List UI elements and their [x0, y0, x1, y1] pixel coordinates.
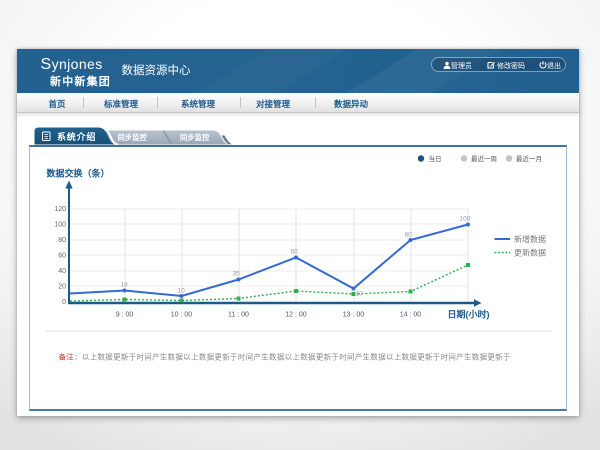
svg-text:0: 0 — [62, 299, 66, 306]
svg-text:同步监控: 同步监控 — [118, 133, 148, 142]
svg-text:同步监控: 同步监控 — [180, 133, 210, 142]
svg-text:备注：以上数据更新于时间产生数据以上数据更新于时间产生数据以: 备注：以上数据更新于时间产生数据以上数据更新于时间产生数据以上数据更新于时间产生… — [58, 352, 510, 362]
svg-text:40: 40 — [58, 268, 66, 275]
svg-text:14 : 00: 14 : 00 — [399, 312, 421, 319]
svg-text:80: 80 — [58, 237, 66, 244]
svg-text:100: 100 — [459, 216, 470, 223]
svg-text:100: 100 — [54, 222, 66, 229]
svg-text:35: 35 — [232, 271, 240, 278]
svg-text:10: 10 — [177, 288, 185, 295]
svg-text:18: 18 — [120, 282, 128, 289]
svg-text:9 : 00: 9 : 00 — [115, 312, 133, 319]
svg-text:日期(小时): 日期(小时) — [447, 309, 489, 320]
svg-text:13 : 00: 13 : 00 — [342, 312, 364, 319]
svg-text:最近一月: 最近一月 — [516, 154, 542, 163]
svg-text:11 : 00: 11 : 00 — [228, 312, 249, 319]
svg-text:系统介绍: 系统介绍 — [57, 131, 96, 142]
svg-text:更新数据: 更新数据 — [514, 248, 546, 258]
svg-text:当日: 当日 — [428, 154, 441, 163]
svg-text:新增数据: 新增数据 — [514, 234, 546, 244]
svg-text:最近一周: 最近一周 — [471, 154, 497, 163]
svg-text:60: 60 — [290, 249, 298, 256]
svg-text:20: 20 — [58, 284, 66, 291]
svg-text:80: 80 — [404, 232, 412, 239]
svg-text:120: 120 — [54, 206, 66, 213]
svg-text:12 : 00: 12 : 00 — [285, 312, 307, 319]
svg-text:10: 10 — [355, 291, 363, 298]
svg-text:10 : 00: 10 : 00 — [170, 312, 192, 319]
svg-text:60: 60 — [58, 253, 66, 260]
svg-text:数据交换（条）: 数据交换（条） — [46, 168, 109, 179]
